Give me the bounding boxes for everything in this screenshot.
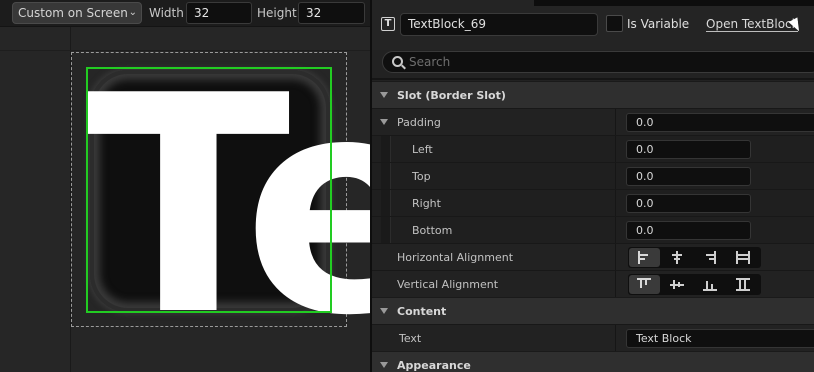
property-text: Text Text Block	[372, 324, 814, 352]
indent-guide	[381, 217, 391, 244]
text-label: Text	[399, 332, 422, 345]
padding-top-input[interactable]: 0.0	[626, 167, 751, 186]
is-variable-label: Is Variable	[627, 17, 690, 31]
panel-top-strip	[534, 0, 814, 6]
indent-guide	[381, 163, 391, 190]
toolbar-divider	[0, 26, 370, 27]
vertical-alignment-label: Vertical Alignment	[397, 278, 499, 291]
category-appearance[interactable]: Appearance	[372, 351, 814, 372]
widget-name-input[interactable]: TextBlock_69	[400, 13, 598, 36]
v-align-center-button[interactable]	[662, 275, 693, 294]
collapse-arrow-icon	[380, 362, 388, 368]
height-input[interactable]: 32	[298, 2, 365, 24]
designer-canvas[interactable]: Custom on Screen ⌄ Width 32 Height 32 Te	[0, 0, 370, 372]
text-value-input[interactable]: Text Block	[626, 329, 814, 348]
property-padding-top: Top 0.0	[372, 162, 814, 190]
padding-left-input[interactable]: 0.0	[626, 140, 751, 159]
category-slot-title: Slot (Border Slot)	[397, 89, 506, 102]
search-divider	[372, 78, 814, 80]
padding-right-label: Right	[412, 197, 441, 210]
category-content-title: Content	[397, 305, 447, 318]
search-placeholder: Search	[409, 55, 451, 69]
align-right-icon	[706, 251, 716, 264]
horizontal-alignment-label: Horizontal Alignment	[397, 251, 514, 264]
column-divider	[615, 109, 616, 136]
column-divider	[615, 136, 616, 163]
property-padding: Padding 0.0	[372, 108, 814, 136]
screen-size-value: Custom on Screen	[18, 6, 128, 20]
padding-right-input[interactable]: 0.0	[626, 194, 751, 213]
is-variable-checkbox[interactable]	[606, 15, 623, 32]
column-divider	[615, 163, 616, 190]
details-panel: T TextBlock_69 Is Variable Open TextBloc…	[370, 0, 814, 372]
align-middle-icon	[670, 280, 684, 289]
chevron-down-icon: ⌄	[128, 7, 137, 18]
align-fill-vertical-icon	[736, 278, 750, 291]
padding-left-label: Left	[412, 143, 433, 156]
indent-guide	[381, 190, 391, 217]
v-align-top-button[interactable]	[629, 275, 660, 294]
padding-bottom-input[interactable]: 0.0	[626, 221, 751, 240]
expand-padding-arrow-icon[interactable]	[380, 119, 388, 125]
align-left-icon	[638, 251, 648, 264]
padding-value-input[interactable]: 0.0	[626, 113, 814, 132]
text-widget-icon: T	[381, 17, 395, 31]
category-content[interactable]: Content	[372, 297, 814, 324]
h-align-left-button[interactable]	[629, 248, 660, 267]
column-divider	[615, 190, 616, 217]
v-align-fill-button[interactable]	[728, 275, 759, 294]
property-padding-right: Right 0.0	[372, 189, 814, 217]
vertical-alignment-buttons	[628, 274, 761, 295]
align-top-icon	[637, 278, 651, 288]
screen-size-dropdown[interactable]: Custom on Screen ⌄	[12, 2, 142, 24]
width-label: Width	[149, 6, 184, 20]
padding-top-label: Top	[412, 170, 431, 183]
h-align-fill-button[interactable]	[728, 248, 759, 267]
align-fill-horizontal-icon	[736, 251, 750, 264]
column-divider	[615, 325, 616, 352]
selection-highlight	[86, 67, 332, 313]
property-padding-bottom: Bottom 0.0	[372, 216, 814, 244]
collapse-arrow-icon	[380, 92, 388, 98]
property-padding-left: Left 0.0	[372, 135, 814, 163]
h-align-center-button[interactable]	[662, 248, 693, 267]
property-horizontal-alignment: Horizontal Alignment	[372, 243, 814, 271]
details-header: T TextBlock_69 Is Variable Open TextBloc…	[372, 0, 814, 50]
column-divider	[615, 217, 616, 244]
width-input[interactable]: 32	[186, 2, 252, 24]
search-icon	[392, 56, 403, 67]
canvas-toolbar: Custom on Screen ⌄ Width 32 Height 32	[0, 0, 370, 26]
v-align-bottom-button[interactable]	[695, 275, 726, 294]
h-align-right-button[interactable]	[695, 248, 726, 267]
indent-guide	[381, 136, 391, 163]
height-label: Height	[257, 6, 297, 20]
column-divider	[615, 244, 616, 271]
padding-bottom-label: Bottom	[412, 224, 453, 237]
category-slot[interactable]: Slot (Border Slot)	[372, 81, 814, 108]
open-textblock-link[interactable]: Open TextBlock	[706, 17, 798, 32]
details-search-input[interactable]: Search	[382, 51, 814, 73]
padding-label: Padding	[397, 116, 441, 129]
column-divider	[615, 271, 616, 298]
collapse-arrow-icon	[380, 308, 388, 314]
category-appearance-title: Appearance	[397, 359, 471, 372]
property-vertical-alignment: Vertical Alignment	[372, 270, 814, 298]
horizontal-alignment-buttons	[628, 247, 761, 268]
align-center-icon	[672, 251, 682, 264]
align-bottom-icon	[703, 281, 717, 291]
